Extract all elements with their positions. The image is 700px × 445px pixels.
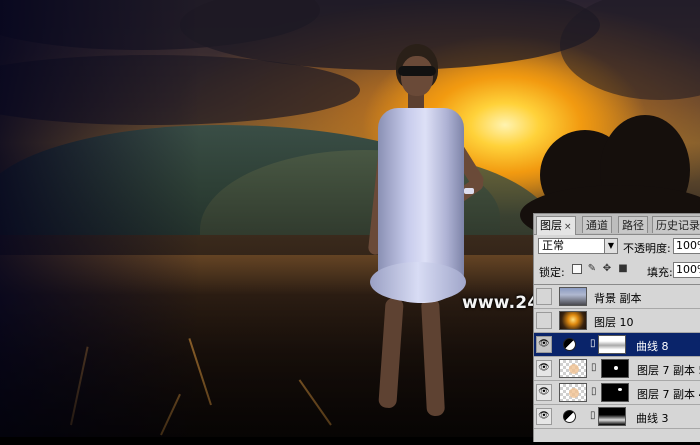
layer-thumbnail	[559, 287, 587, 306]
layer-name: 图层 10	[594, 316, 634, 329]
layer-row[interactable]: 👁 ▯ 曲线 3	[534, 405, 700, 429]
face	[401, 56, 433, 96]
layers-list: 背景 副本 图层 10 👁 ▯ 曲线 8 👁 ▯ 图层 7 副本 5 👁 ▯ 图…	[534, 284, 700, 445]
fill-label: 填充:	[647, 266, 673, 279]
layer-thumbnail	[559, 383, 587, 402]
lock-transparency-icon[interactable]	[572, 264, 582, 274]
mask-thumbnail	[601, 359, 629, 378]
lock-label: 锁定:	[539, 266, 565, 279]
link-icon: ▯	[591, 362, 597, 373]
layer-name: 图层 7 副本 5	[637, 364, 700, 377]
layer-name: 图层 7 副本 4	[637, 388, 700, 401]
adjustment-layer-icon	[563, 410, 576, 423]
layer-row-selected[interactable]: 👁 ▯ 曲线 8	[534, 333, 700, 357]
link-icon: ▯	[591, 386, 597, 397]
sunglasses	[398, 66, 436, 76]
layer-row[interactable]: 背景 副本	[534, 285, 700, 309]
tab-channels[interactable]: 通道	[582, 216, 612, 233]
eye-icon[interactable]	[536, 312, 552, 329]
panel-tabs: 图层 × 通道 路径 历史记录	[534, 214, 700, 235]
fill-input[interactable]: 100%	[673, 262, 700, 278]
tab-label: 历史记录	[656, 219, 700, 232]
link-icon: ▯	[590, 338, 596, 349]
eye-icon[interactable]	[536, 288, 552, 305]
adjustment-layer-icon	[563, 338, 576, 351]
opacity-input[interactable]: 100%	[673, 238, 700, 254]
eye-icon[interactable]: 👁	[536, 408, 552, 425]
eye-icon[interactable]: 👁	[536, 336, 552, 353]
lock-all-icon[interactable]: ■	[618, 264, 628, 274]
layer-row[interactable]: 图层 10	[534, 309, 700, 333]
lock-move-icon[interactable]: ✥	[602, 264, 612, 274]
layer-row[interactable]: 👁 ▯ 图层 7 副本 4	[534, 381, 700, 405]
layer-name: 背景 副本	[594, 292, 642, 305]
link-icon: ▯	[590, 410, 596, 421]
tab-layers[interactable]: 图层 ×	[536, 216, 576, 235]
tab-label: 图层	[540, 219, 562, 232]
lock-brush-icon[interactable]: ✎	[587, 264, 597, 274]
mask-thumbnail	[598, 407, 626, 426]
layer-thumbnail	[559, 311, 587, 330]
close-icon[interactable]: ×	[564, 222, 572, 232]
blend-mode-select[interactable]: 正常 ▼	[538, 238, 618, 254]
blend-opacity-row: 正常 ▼ 不透明度: 100%	[534, 236, 700, 258]
blend-mode-value: 正常	[542, 239, 564, 252]
mask-thumbnail	[598, 335, 626, 354]
layer-name: 曲线 8	[636, 340, 669, 353]
layer-thumbnail	[559, 359, 587, 378]
lock-fill-row: 锁定: ✎ ✥ ■ 填充: 100%	[534, 260, 700, 282]
tab-label: 路径	[622, 219, 644, 232]
tab-history[interactable]: 历史记录	[652, 216, 700, 233]
eye-icon[interactable]: 👁	[536, 360, 552, 377]
opacity-label: 不透明度:	[623, 242, 671, 255]
tab-label: 通道	[586, 219, 608, 232]
layer-row[interactable]: 👁 ▯ 图层 7 副本 5	[534, 357, 700, 381]
dress-hem	[370, 262, 466, 302]
watch	[464, 188, 474, 194]
chevron-down-icon[interactable]: ▼	[604, 239, 617, 253]
layer-name: 曲线 3	[636, 412, 669, 425]
mask-thumbnail	[601, 383, 629, 402]
eye-icon[interactable]: 👁	[536, 384, 552, 401]
layers-panel: 图层× 通道 路径 历史记录 正常 ▼ 不透明度: 100% 锁定: ✎ ✥ ■…	[533, 213, 700, 442]
tab-paths[interactable]: 路径	[618, 216, 648, 233]
